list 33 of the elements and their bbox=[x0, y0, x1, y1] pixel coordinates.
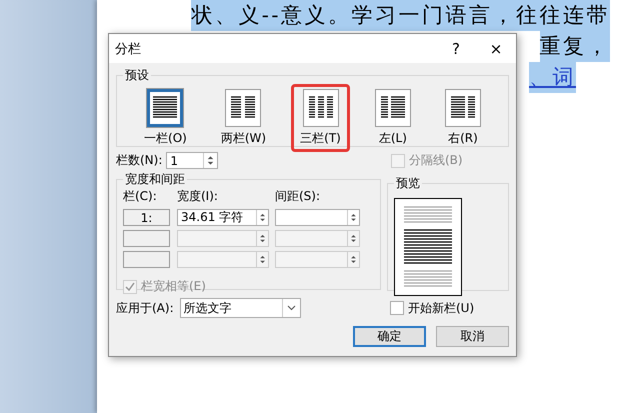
spinner-field[interactable]: 34.61 字符 bbox=[177, 209, 269, 226]
column-header: 宽度(I): bbox=[177, 188, 219, 205]
help-button[interactable]: ? bbox=[436, 40, 476, 58]
column-number-cell bbox=[123, 251, 170, 268]
checkbox-label: 分隔线(B) bbox=[409, 152, 463, 169]
group-label: 预设 bbox=[124, 67, 150, 84]
preset-option[interactable]: 三栏(T) bbox=[291, 84, 350, 152]
group-label: 宽度和间距 bbox=[124, 171, 186, 188]
link-text[interactable]: 、词 bbox=[529, 62, 576, 93]
spinner-arrows-icon[interactable] bbox=[347, 210, 359, 225]
field-label: 应用于(A): bbox=[116, 300, 174, 316]
column-header: 间距(S): bbox=[275, 188, 322, 205]
preset-option[interactable]: 两栏(W) bbox=[212, 84, 276, 152]
preset-option[interactable]: 左(L) bbox=[366, 84, 420, 152]
group-label: 预览 bbox=[395, 175, 421, 192]
column-number-cell: 1: bbox=[123, 209, 170, 226]
checkbox-label: 开始新栏(U) bbox=[408, 300, 474, 316]
dialog-button[interactable]: 确定 bbox=[353, 326, 426, 347]
spinner-field[interactable]: 1 bbox=[166, 152, 218, 169]
preset-option[interactable]: 右(R) bbox=[436, 84, 490, 152]
apply-to-dropdown[interactable]: 所选文字 bbox=[180, 298, 301, 318]
spinner-field[interactable] bbox=[275, 209, 360, 226]
preset-option[interactable]: 一栏(O) bbox=[135, 84, 196, 152]
checkbox-label: 栏宽相等(E) bbox=[141, 278, 206, 295]
close-button[interactable]: × bbox=[476, 40, 516, 58]
checkbox[interactable] bbox=[390, 301, 404, 315]
dialog-button[interactable]: 取消 bbox=[436, 326, 509, 347]
column-header: 栏(C): bbox=[123, 188, 158, 205]
count-input[interactable]: 1 bbox=[167, 154, 204, 168]
column-number-cell bbox=[123, 230, 170, 247]
field-label: 栏数(N): bbox=[116, 152, 162, 169]
window-title: 分栏 bbox=[115, 40, 142, 58]
spinner-arrows-icon[interactable] bbox=[256, 210, 268, 225]
